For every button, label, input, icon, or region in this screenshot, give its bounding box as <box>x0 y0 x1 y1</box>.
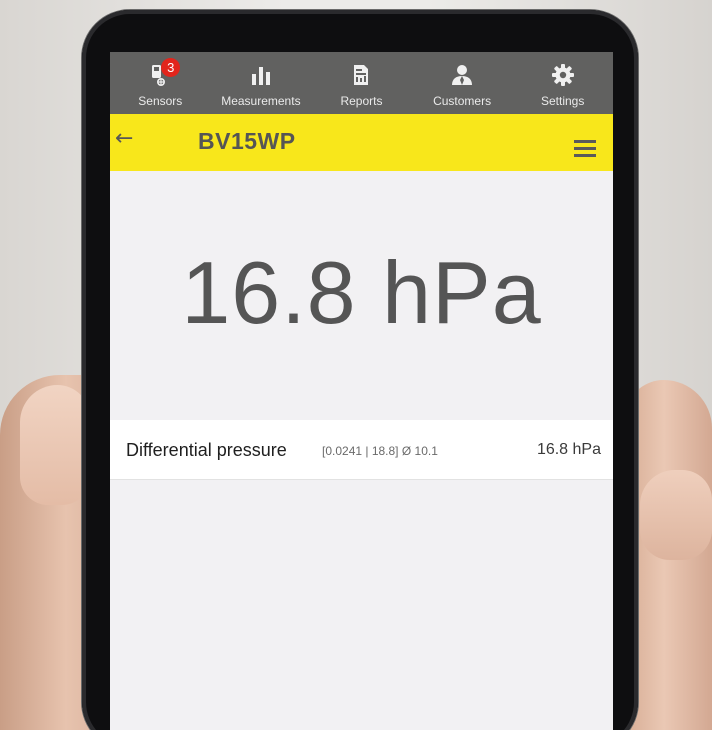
person-icon <box>449 62 475 88</box>
nav-label-reports: Reports <box>340 94 383 108</box>
nav-item-settings[interactable]: Settings <box>515 52 611 112</box>
left-thumb <box>20 385 90 505</box>
measurement-row[interactable]: Differential pressure [0.0241 | 18.8] Ø … <box>110 420 613 480</box>
notification-badge: 3 <box>161 58 181 77</box>
hamburger-menu-icon[interactable] <box>574 140 596 157</box>
measurement-label: Differential pressure <box>126 440 287 460</box>
app-screen: 3 Sensors Measurements Reports Customers… <box>110 52 613 730</box>
device-header: ← BV15WP <box>110 114 613 171</box>
nav-item-reports[interactable]: Reports <box>313 52 409 112</box>
nav-item-measurements[interactable]: Measurements <box>213 52 309 112</box>
top-navigation-bar: 3 Sensors Measurements Reports Customers… <box>110 52 613 114</box>
nav-item-sensors[interactable]: 3 Sensors <box>112 52 208 112</box>
nav-label-measurements: Measurements <box>221 94 301 108</box>
nav-label-settings: Settings <box>540 94 585 108</box>
gear-icon <box>550 62 576 88</box>
nav-label-sensors: Sensors <box>138 94 183 108</box>
nav-item-customers[interactable]: Customers <box>414 52 510 112</box>
nav-label-customers: Customers <box>433 94 492 108</box>
device-title: BV15WP <box>198 128 296 154</box>
measurement-value: 16.8 hPa <box>536 441 601 458</box>
report-icon <box>348 62 374 88</box>
sensor-icon: 3 <box>147 58 181 88</box>
measurement-range: [0.0241 | 18.8] Ø 10.1 <box>322 444 438 458</box>
bar-chart-icon <box>248 62 274 88</box>
arrow-left-icon[interactable]: ← <box>115 126 141 152</box>
right-finger <box>640 470 712 560</box>
main-reading: 16.8 hPa <box>181 243 542 342</box>
